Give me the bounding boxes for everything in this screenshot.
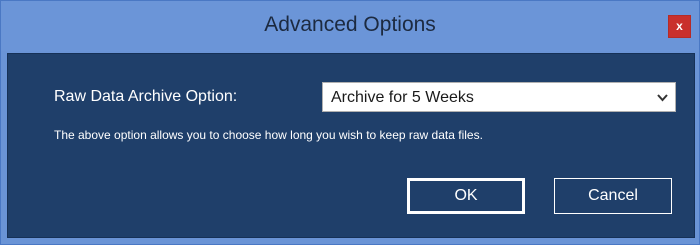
archive-select-value: Archive for 5 Weeks [331, 89, 474, 106]
chevron-down-icon [657, 94, 668, 102]
cancel-button[interactable]: Cancel [554, 178, 672, 214]
title-bar[interactable]: Advanced Options x [1, 1, 699, 51]
close-icon: x [676, 19, 683, 33]
ok-button[interactable]: OK [407, 178, 525, 214]
help-text: The above option allows you to choose ho… [54, 128, 483, 142]
raw-data-archive-select[interactable]: Archive for 5 Weeks [322, 82, 676, 112]
raw-data-archive-label: Raw Data Archive Option: [54, 88, 238, 105]
dialog-content: Raw Data Archive Option: Archive for 5 W… [7, 53, 695, 238]
close-button[interactable]: x [668, 15, 691, 38]
dialog-title: Advanced Options [264, 13, 436, 36]
advanced-options-dialog: Advanced Options x Raw Data Archive Opti… [0, 0, 700, 245]
